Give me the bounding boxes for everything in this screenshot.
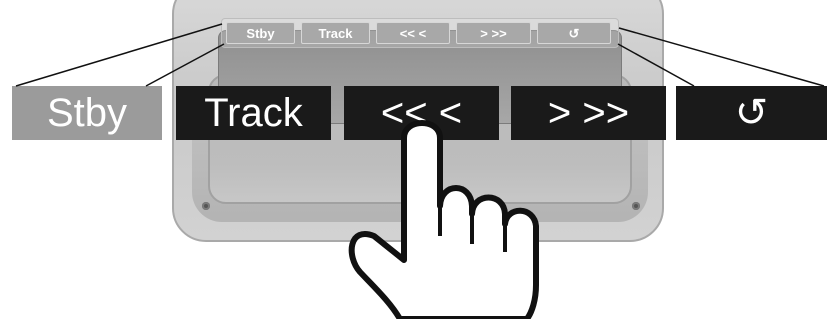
screw-icon (632, 202, 640, 210)
device-rotate-button[interactable]: ↺ (537, 22, 611, 44)
screen: Stby Track << < > >> ↺ Stby Track << < >… (0, 0, 827, 319)
track-button[interactable]: Track (176, 86, 331, 140)
rewind-button[interactable]: << < (344, 86, 499, 140)
device-forward-button[interactable]: > >> (456, 22, 531, 44)
enlarged-button-bar: Stby Track << < > >> ↺ (12, 86, 827, 140)
device-button-strip: Stby Track << < > >> ↺ (221, 18, 619, 48)
device-stby-button[interactable]: Stby (226, 22, 295, 44)
device-track-button[interactable]: Track (301, 22, 370, 44)
device-rewind-button[interactable]: << < (376, 22, 450, 44)
rotate-button[interactable]: ↺ (676, 86, 827, 140)
forward-button[interactable]: > >> (511, 86, 666, 140)
screw-icon (202, 202, 210, 210)
stby-button[interactable]: Stby (12, 86, 162, 140)
